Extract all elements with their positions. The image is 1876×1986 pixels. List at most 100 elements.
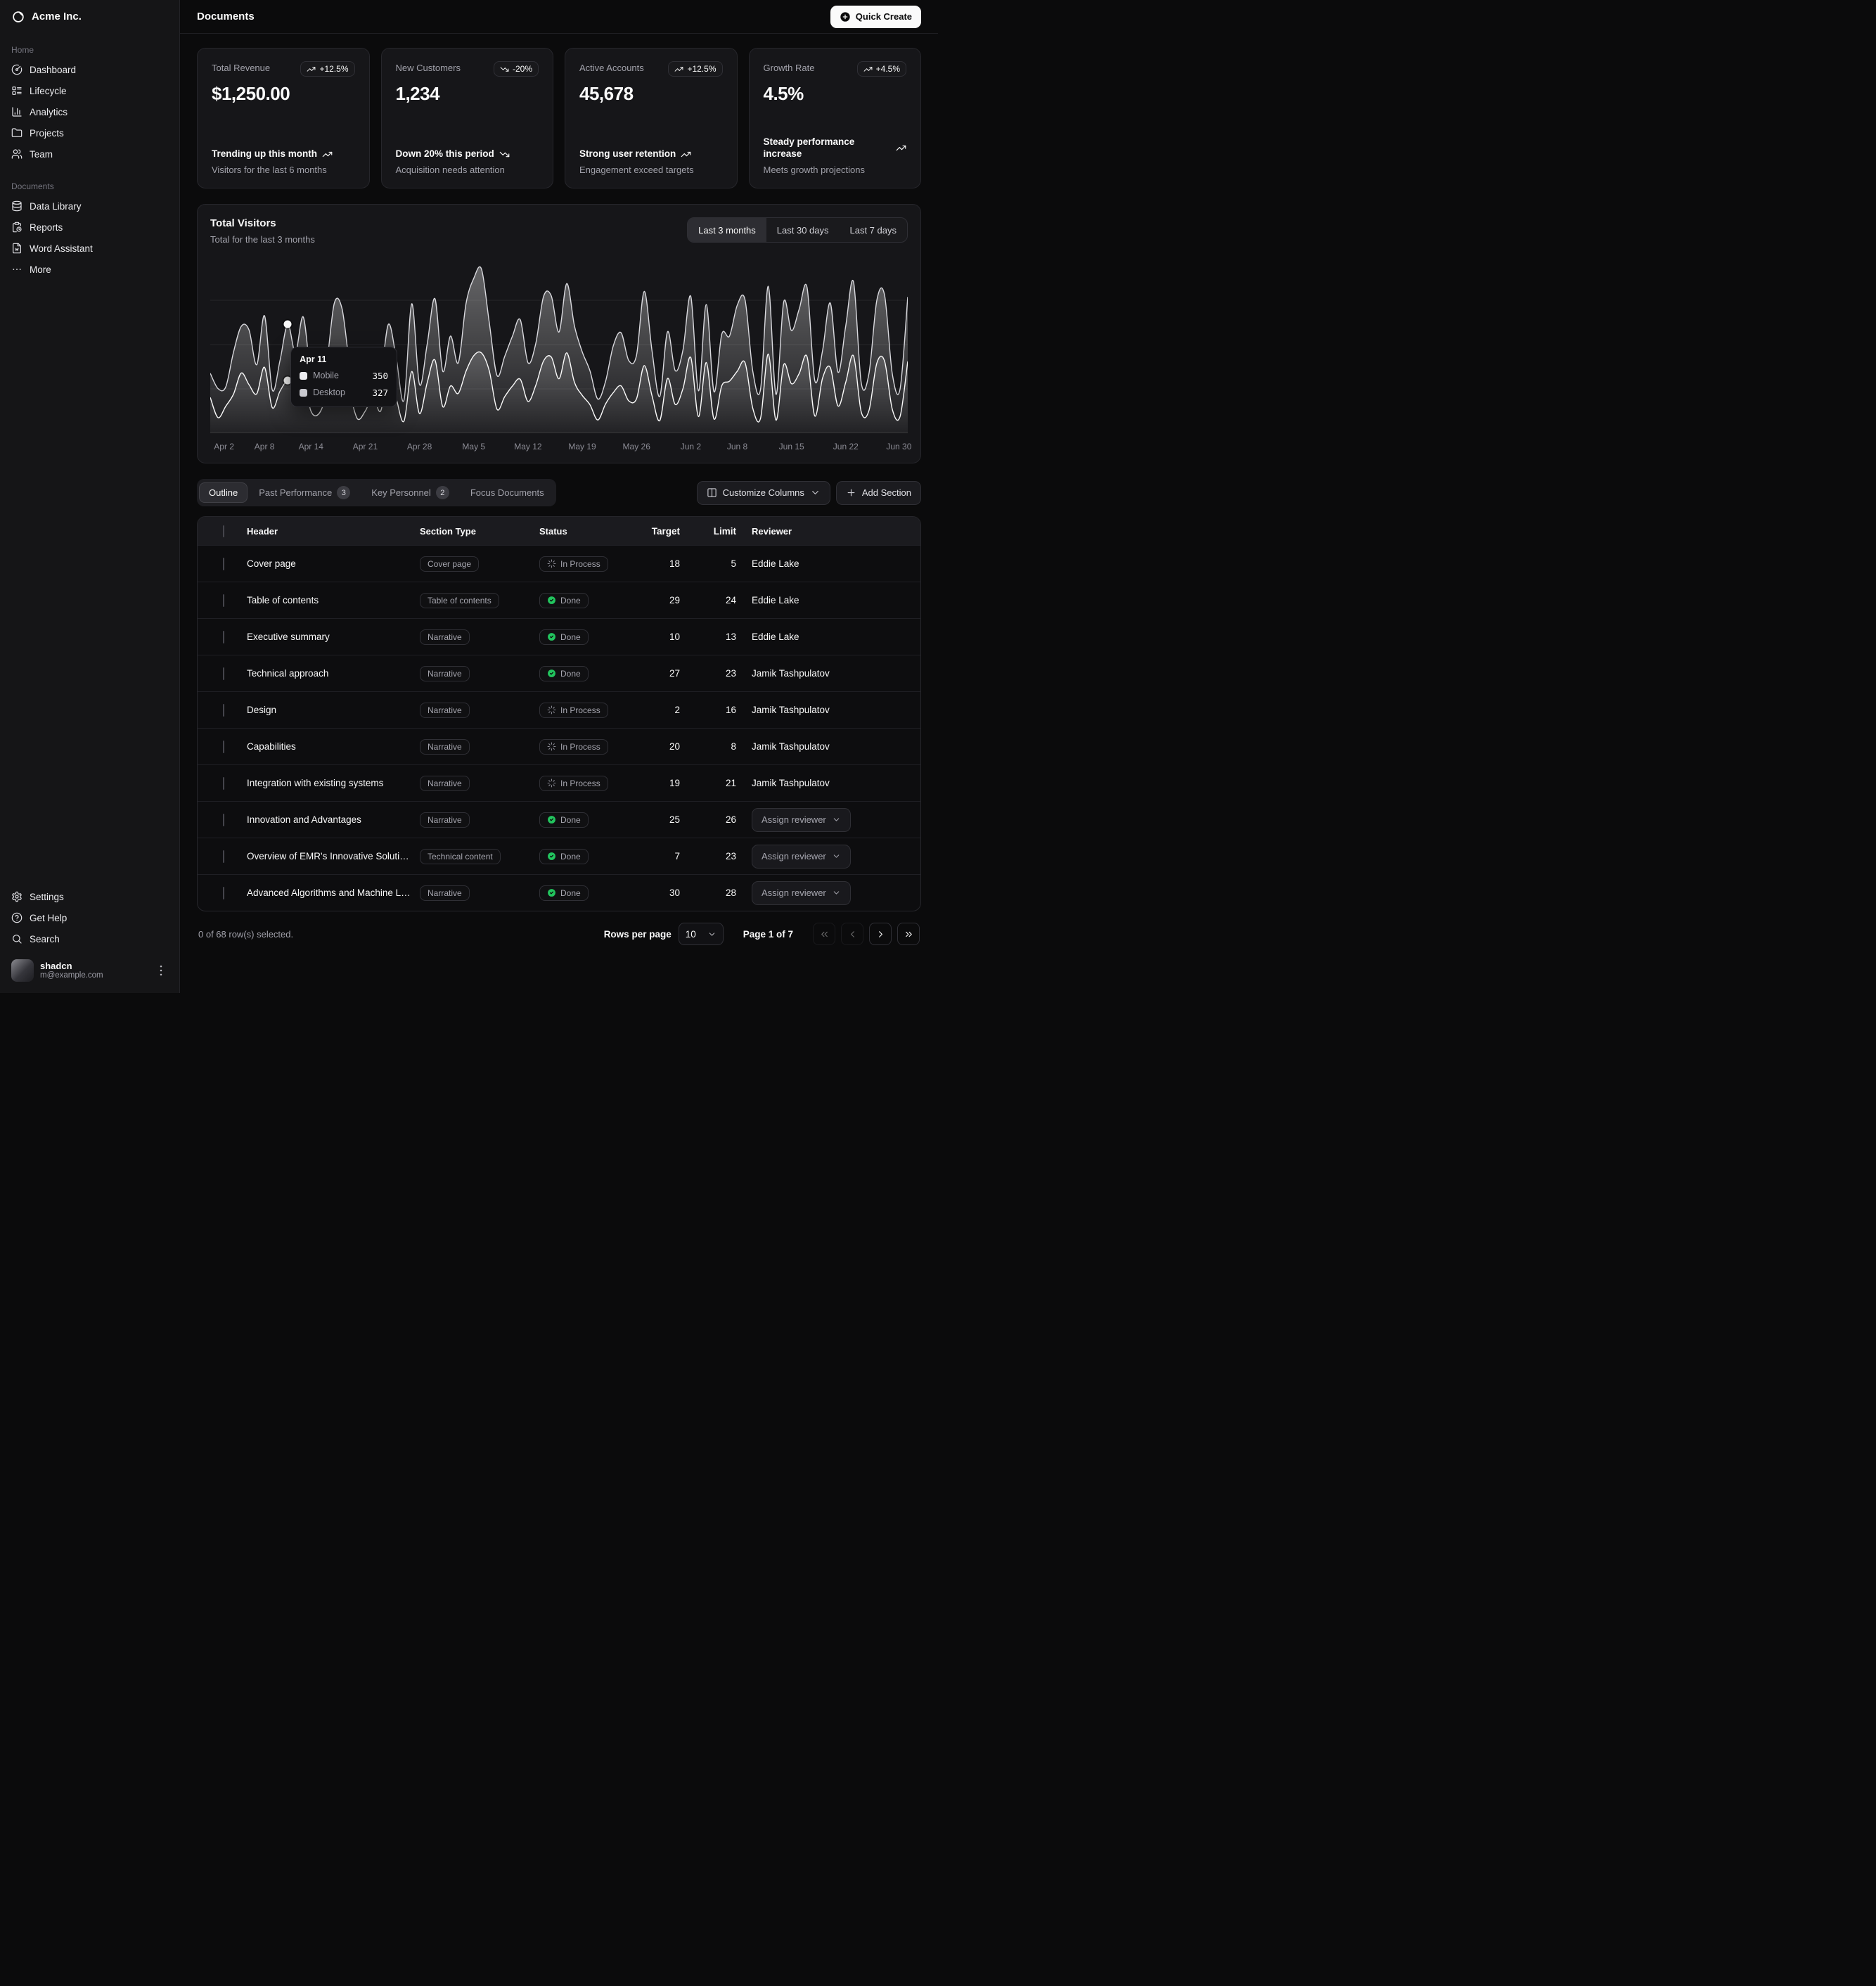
sidebar-item-team[interactable]: Team [6,143,174,165]
user-menu-kebab-icon[interactable] [154,963,168,978]
range-last-3-months[interactable]: Last 3 months [688,218,766,242]
sidebar-item-dashboard[interactable]: Dashboard [6,59,174,80]
sidebar-item-reports[interactable]: Reports [6,217,174,238]
sidebar-header[interactable]: Acme Inc. [0,0,179,34]
target-value[interactable]: 7 [641,851,701,861]
tab-focus-documents[interactable]: Focus Documents [461,482,554,503]
row-checkbox[interactable] [223,558,224,570]
assign-reviewer-select[interactable]: Assign reviewer [752,881,851,905]
target-value[interactable]: 25 [641,814,701,825]
limit-value[interactable]: 28 [701,888,752,898]
assign-reviewer-select[interactable]: Assign reviewer [752,845,851,869]
target-value[interactable]: 29 [641,595,701,606]
row-menu-button[interactable] [896,591,914,610]
row-checkbox[interactable] [223,741,224,753]
add-section-button[interactable]: Add Section [836,481,921,505]
row-menu-button[interactable] [896,738,914,756]
row-menu-button[interactable] [896,628,914,646]
rows-per-page-select[interactable]: 10 [679,923,724,945]
limit-value[interactable]: 24 [701,595,752,606]
range-last-30-days[interactable]: Last 30 days [766,218,840,242]
target-value[interactable]: 10 [641,632,701,642]
drag-handle-icon[interactable] [205,669,215,679]
customize-columns-button[interactable]: Customize Columns [697,481,830,505]
sidebar-item-search[interactable]: Search [6,928,174,949]
row-menu-button[interactable] [896,811,914,829]
table-row[interactable]: Advanced Algorithms and Machine Learning… [198,874,920,911]
first-page-button[interactable] [813,923,835,945]
row-title[interactable]: Advanced Algorithms and Machine Learning [247,888,420,898]
row-checkbox[interactable] [223,887,224,899]
tab-past-performance[interactable]: Past Performance3 [249,481,360,504]
row-menu-button[interactable] [896,555,914,573]
drag-handle-icon[interactable] [205,779,215,788]
limit-value[interactable]: 13 [701,632,752,642]
sidebar-item-get-help[interactable]: Get Help [6,907,174,928]
sidebar-item-analytics[interactable]: Analytics [6,101,174,122]
row-checkbox[interactable] [223,631,224,643]
limit-value[interactable]: 23 [701,668,752,679]
drag-handle-icon[interactable] [205,596,215,606]
drag-handle-icon[interactable] [205,742,215,752]
table-row[interactable]: Overview of EMR's Innovative Solutions T… [198,838,920,874]
drag-handle-icon[interactable] [205,815,215,825]
row-menu-button[interactable] [896,774,914,793]
table-row[interactable]: Capabilities Narrative In Process 20 8 J… [198,728,920,764]
row-menu-button[interactable] [896,884,914,902]
table-row[interactable]: Innovation and Advantages Narrative Done… [198,801,920,838]
sidebar-item-data-library[interactable]: Data Library [6,196,174,217]
drag-handle-icon[interactable] [205,852,215,861]
area-chart[interactable]: Apr 11 Mobile 350 Desktop 327 [210,256,908,433]
quick-create-button[interactable]: Quick Create [830,6,921,28]
limit-value[interactable]: 21 [701,778,752,788]
row-menu-button[interactable] [896,701,914,719]
row-title[interactable]: Design [247,705,420,715]
limit-value[interactable]: 23 [701,851,752,861]
target-value[interactable]: 30 [641,888,701,898]
user-menu[interactable]: shadcn m@example.com [6,955,174,986]
target-value[interactable]: 20 [641,741,701,752]
tab-outline[interactable]: Outline [199,482,248,503]
target-value[interactable]: 19 [641,778,701,788]
sidebar-item-word-assistant[interactable]: Word Assistant [6,238,174,259]
row-menu-button[interactable] [896,665,914,683]
row-checkbox[interactable] [223,704,224,717]
target-value[interactable]: 18 [641,558,701,569]
drag-handle-icon[interactable] [205,632,215,642]
row-title[interactable]: Cover page [247,558,420,569]
sidebar-item-projects[interactable]: Projects [6,122,174,143]
row-title[interactable]: Integration with existing systems [247,778,420,788]
table-row[interactable]: Design Narrative In Process 2 16 Jamik T… [198,691,920,728]
select-all-checkbox[interactable] [223,525,224,537]
row-title[interactable]: Table of contents [247,595,420,606]
next-page-button[interactable] [869,923,892,945]
limit-value[interactable]: 16 [701,705,752,715]
row-title[interactable]: Technical approach [247,668,420,679]
row-title[interactable]: Innovation and Advantages [247,814,420,825]
target-value[interactable]: 2 [641,705,701,715]
tab-key-personnel[interactable]: Key Personnel2 [361,481,459,504]
row-checkbox[interactable] [223,667,224,680]
table-row[interactable]: Table of contents Table of contents Done… [198,582,920,618]
assign-reviewer-select[interactable]: Assign reviewer [752,808,851,832]
row-checkbox[interactable] [223,777,224,790]
sidebar-item-more[interactable]: More [6,259,174,280]
row-title[interactable]: Overview of EMR's Innovative Solutions [247,851,420,861]
range-last-7-days[interactable]: Last 7 days [840,218,908,242]
target-value[interactable]: 27 [641,668,701,679]
drag-handle-icon[interactable] [205,559,215,569]
table-row[interactable]: Cover page Cover page In Process 18 5 Ed… [198,545,920,582]
row-checkbox[interactable] [223,814,224,826]
limit-value[interactable]: 8 [701,741,752,752]
limit-value[interactable]: 5 [701,558,752,569]
last-page-button[interactable] [897,923,920,945]
sidebar-item-settings[interactable]: Settings [6,886,174,907]
table-row[interactable]: Technical approach Narrative Done 27 23 … [198,655,920,691]
row-title[interactable]: Executive summary [247,632,420,642]
limit-value[interactable]: 26 [701,814,752,825]
row-menu-button[interactable] [896,847,914,866]
row-checkbox[interactable] [223,850,224,863]
sidebar-item-lifecycle[interactable]: Lifecycle [6,80,174,101]
drag-handle-icon[interactable] [205,888,215,898]
table-row[interactable]: Integration with existing systems Narrat… [198,764,920,801]
